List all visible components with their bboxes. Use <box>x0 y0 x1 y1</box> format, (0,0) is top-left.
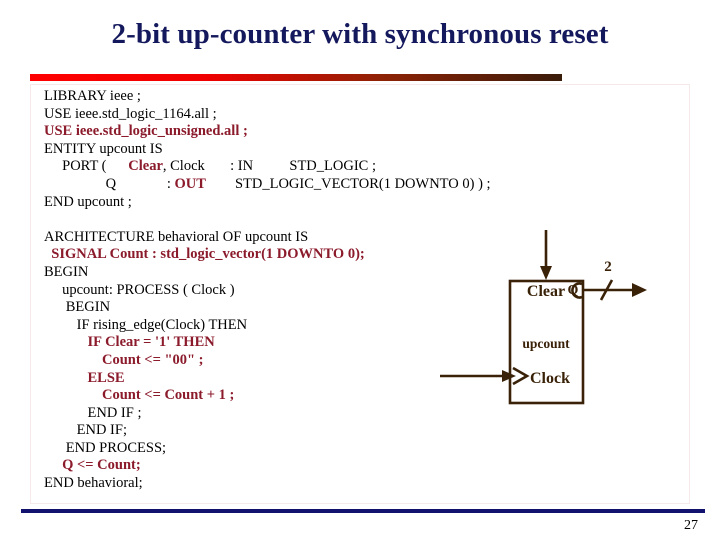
code-text: END upcount ; <box>44 193 132 210</box>
schematic-clear-label: Clear <box>527 283 565 300</box>
code-line: Q <= Count; <box>44 457 514 475</box>
code-highlight: Count <= Count + 1 ; <box>102 387 235 404</box>
code-text: END IF ; <box>87 404 142 421</box>
code-text: : IN <box>204 158 254 175</box>
code-text: upcount: PROCESS ( Clock ) <box>62 281 235 298</box>
code-highlight: Clear <box>128 158 163 175</box>
upcount-schematic: Clear upcount Clock Q 2 <box>440 228 720 418</box>
code-highlight: Count <= "00" ; <box>102 351 204 368</box>
code-line: USE ieee.std_logic_1164.all ; <box>44 106 514 124</box>
code-text: END PROCESS; <box>65 439 167 456</box>
code-text: END behavioral; <box>44 475 143 492</box>
code-text: USE ieee.std_logic_1164.all ; <box>44 105 217 122</box>
schematic-block-label: upcount <box>522 336 570 351</box>
code-line: END behavioral; <box>44 475 514 493</box>
page-number: 27 <box>684 518 698 533</box>
code-text: BEGIN <box>44 263 89 280</box>
code-text: PORT ( <box>62 158 107 175</box>
code-text: STD_LOGIC ; <box>253 158 376 175</box>
schematic-clock-label: Clock <box>530 370 570 387</box>
code-line: END PROCESS; <box>44 440 514 458</box>
code-text: : <box>116 175 175 192</box>
title-accent-rule <box>30 74 562 81</box>
code-highlight: ELSE <box>87 369 125 386</box>
code-text: LIBRARY ieee ; <box>44 88 141 104</box>
schematic-q-label: Q <box>568 283 579 298</box>
q-arrowhead <box>632 283 647 297</box>
page-title: 2-bit up-counter with synchronous reset <box>111 18 609 50</box>
code-line: Q : OUT STD_LOGIC_VECTOR(1 DOWNTO 0) ) ; <box>44 176 514 194</box>
code-highlight: OUT <box>174 175 206 192</box>
code-highlight: Q <= Count; <box>62 457 141 474</box>
code-text: , Clock <box>162 158 205 175</box>
code-line: LIBRARY ieee ; <box>44 88 514 106</box>
code-highlight: SIGNAL Count : std_logic_vector(1 DOWNTO… <box>51 246 365 263</box>
footer-rule <box>21 509 705 513</box>
clear-arrowhead <box>540 266 552 280</box>
code-line: ENTITY upcount IS <box>44 141 514 159</box>
code-text: Q <box>62 175 117 192</box>
code-highlight: IF Clear = '1' THEN <box>87 334 215 351</box>
code-text: BEGIN <box>65 299 111 316</box>
schematic-bus-width-label: 2 <box>604 259 612 275</box>
code-text: IF rising_edge(Clock) THEN <box>76 316 248 333</box>
code-line: END IF; <box>44 422 514 440</box>
code-text: STD_LOGIC_VECTOR(1 DOWNTO 0) ) ; <box>205 175 491 192</box>
code-text: ARCHITECTURE behavioral OF upcount IS <box>44 228 309 245</box>
code-line: USE ieee.std_logic_unsigned.all ; <box>44 123 514 141</box>
code-highlight: USE ieee.std_logic_unsigned.all ; <box>44 123 248 140</box>
code-line: PORT ( Clear, Clock : IN STD_LOGIC ; <box>44 158 514 176</box>
code-text: ENTITY upcount IS <box>44 140 163 157</box>
code-line: END upcount ; <box>44 194 514 212</box>
code-text: END IF; <box>76 422 127 439</box>
